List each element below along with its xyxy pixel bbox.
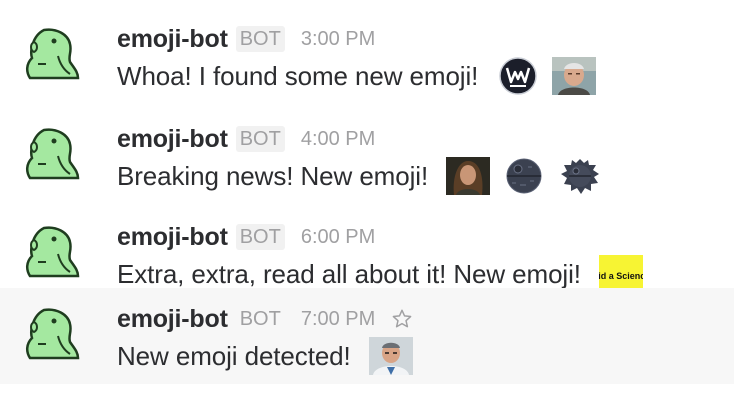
parrot-avatar-icon[interactable]	[24, 28, 80, 80]
old-man-portrait-emoji[interactable]	[552, 57, 597, 95]
message-body: Breaking news! New emoji!	[117, 156, 602, 196]
message-text: Whoa! I found some new emoji!	[117, 60, 479, 91]
death-star-emoji[interactable]	[502, 157, 546, 195]
message-body: Whoa! I found some new emoji!	[117, 56, 597, 96]
star-outline-icon[interactable]	[391, 308, 413, 330]
message-item[interactable]: emoji-bot BOT 3:00 PM Whoa! I found some…	[0, 0, 734, 95]
message-item[interactable]: emoji-bot BOT 4:00 PM Breaking news! New…	[0, 100, 734, 195]
parrot-avatar-icon[interactable]	[24, 308, 80, 360]
message-header: emoji-bot BOT 7:00 PM	[117, 302, 413, 336]
message-item[interactable]: emoji-bot BOT 6:00 PM Extra, extra, read…	[0, 198, 734, 293]
scientist-portrait-emoji[interactable]	[368, 337, 413, 375]
username[interactable]: emoji-bot	[117, 223, 228, 252]
timestamp[interactable]: 4:00 PM	[301, 128, 375, 151]
timestamp[interactable]: 3:00 PM	[301, 28, 375, 51]
woman-portrait-emoji[interactable]	[446, 157, 491, 195]
bot-badge: BOT	[235, 26, 285, 52]
bot-badge: BOT	[235, 126, 285, 152]
bot-badge: BOT	[235, 224, 285, 250]
message-header: emoji-bot BOT 3:00 PM	[117, 22, 375, 56]
message-item-hovered[interactable]: emoji-bot BOT 7:00 PM New emoji detected…	[0, 288, 734, 384]
message-text: New emoji detected!	[117, 340, 351, 371]
westworld-logo-emoji[interactable]	[496, 57, 540, 95]
message-body: New emoji detected!	[117, 336, 413, 376]
message-feed: emoji-bot BOT 3:00 PM Whoa! I found some…	[0, 0, 734, 404]
timestamp[interactable]: 7:00 PM	[301, 308, 375, 331]
bot-badge: BOT	[239, 308, 281, 330]
message-header: emoji-bot BOT 6:00 PM	[117, 220, 375, 254]
parrot-avatar-icon[interactable]	[24, 128, 80, 180]
message-header: emoji-bot BOT 4:00 PM	[117, 122, 375, 156]
username[interactable]: emoji-bot	[117, 305, 228, 334]
timestamp[interactable]: 6:00 PM	[301, 226, 375, 249]
parrot-avatar-icon[interactable]	[24, 226, 80, 278]
death-star-explosion-emoji[interactable]	[558, 157, 602, 195]
username[interactable]: emoji-bot	[117, 25, 228, 54]
did-a-science-label: Did a Science	[599, 271, 643, 281]
username[interactable]: emoji-bot	[117, 125, 228, 154]
message-text: Extra, extra, read all about it! New emo…	[117, 258, 581, 289]
message-text: Breaking news! New emoji!	[117, 160, 429, 191]
